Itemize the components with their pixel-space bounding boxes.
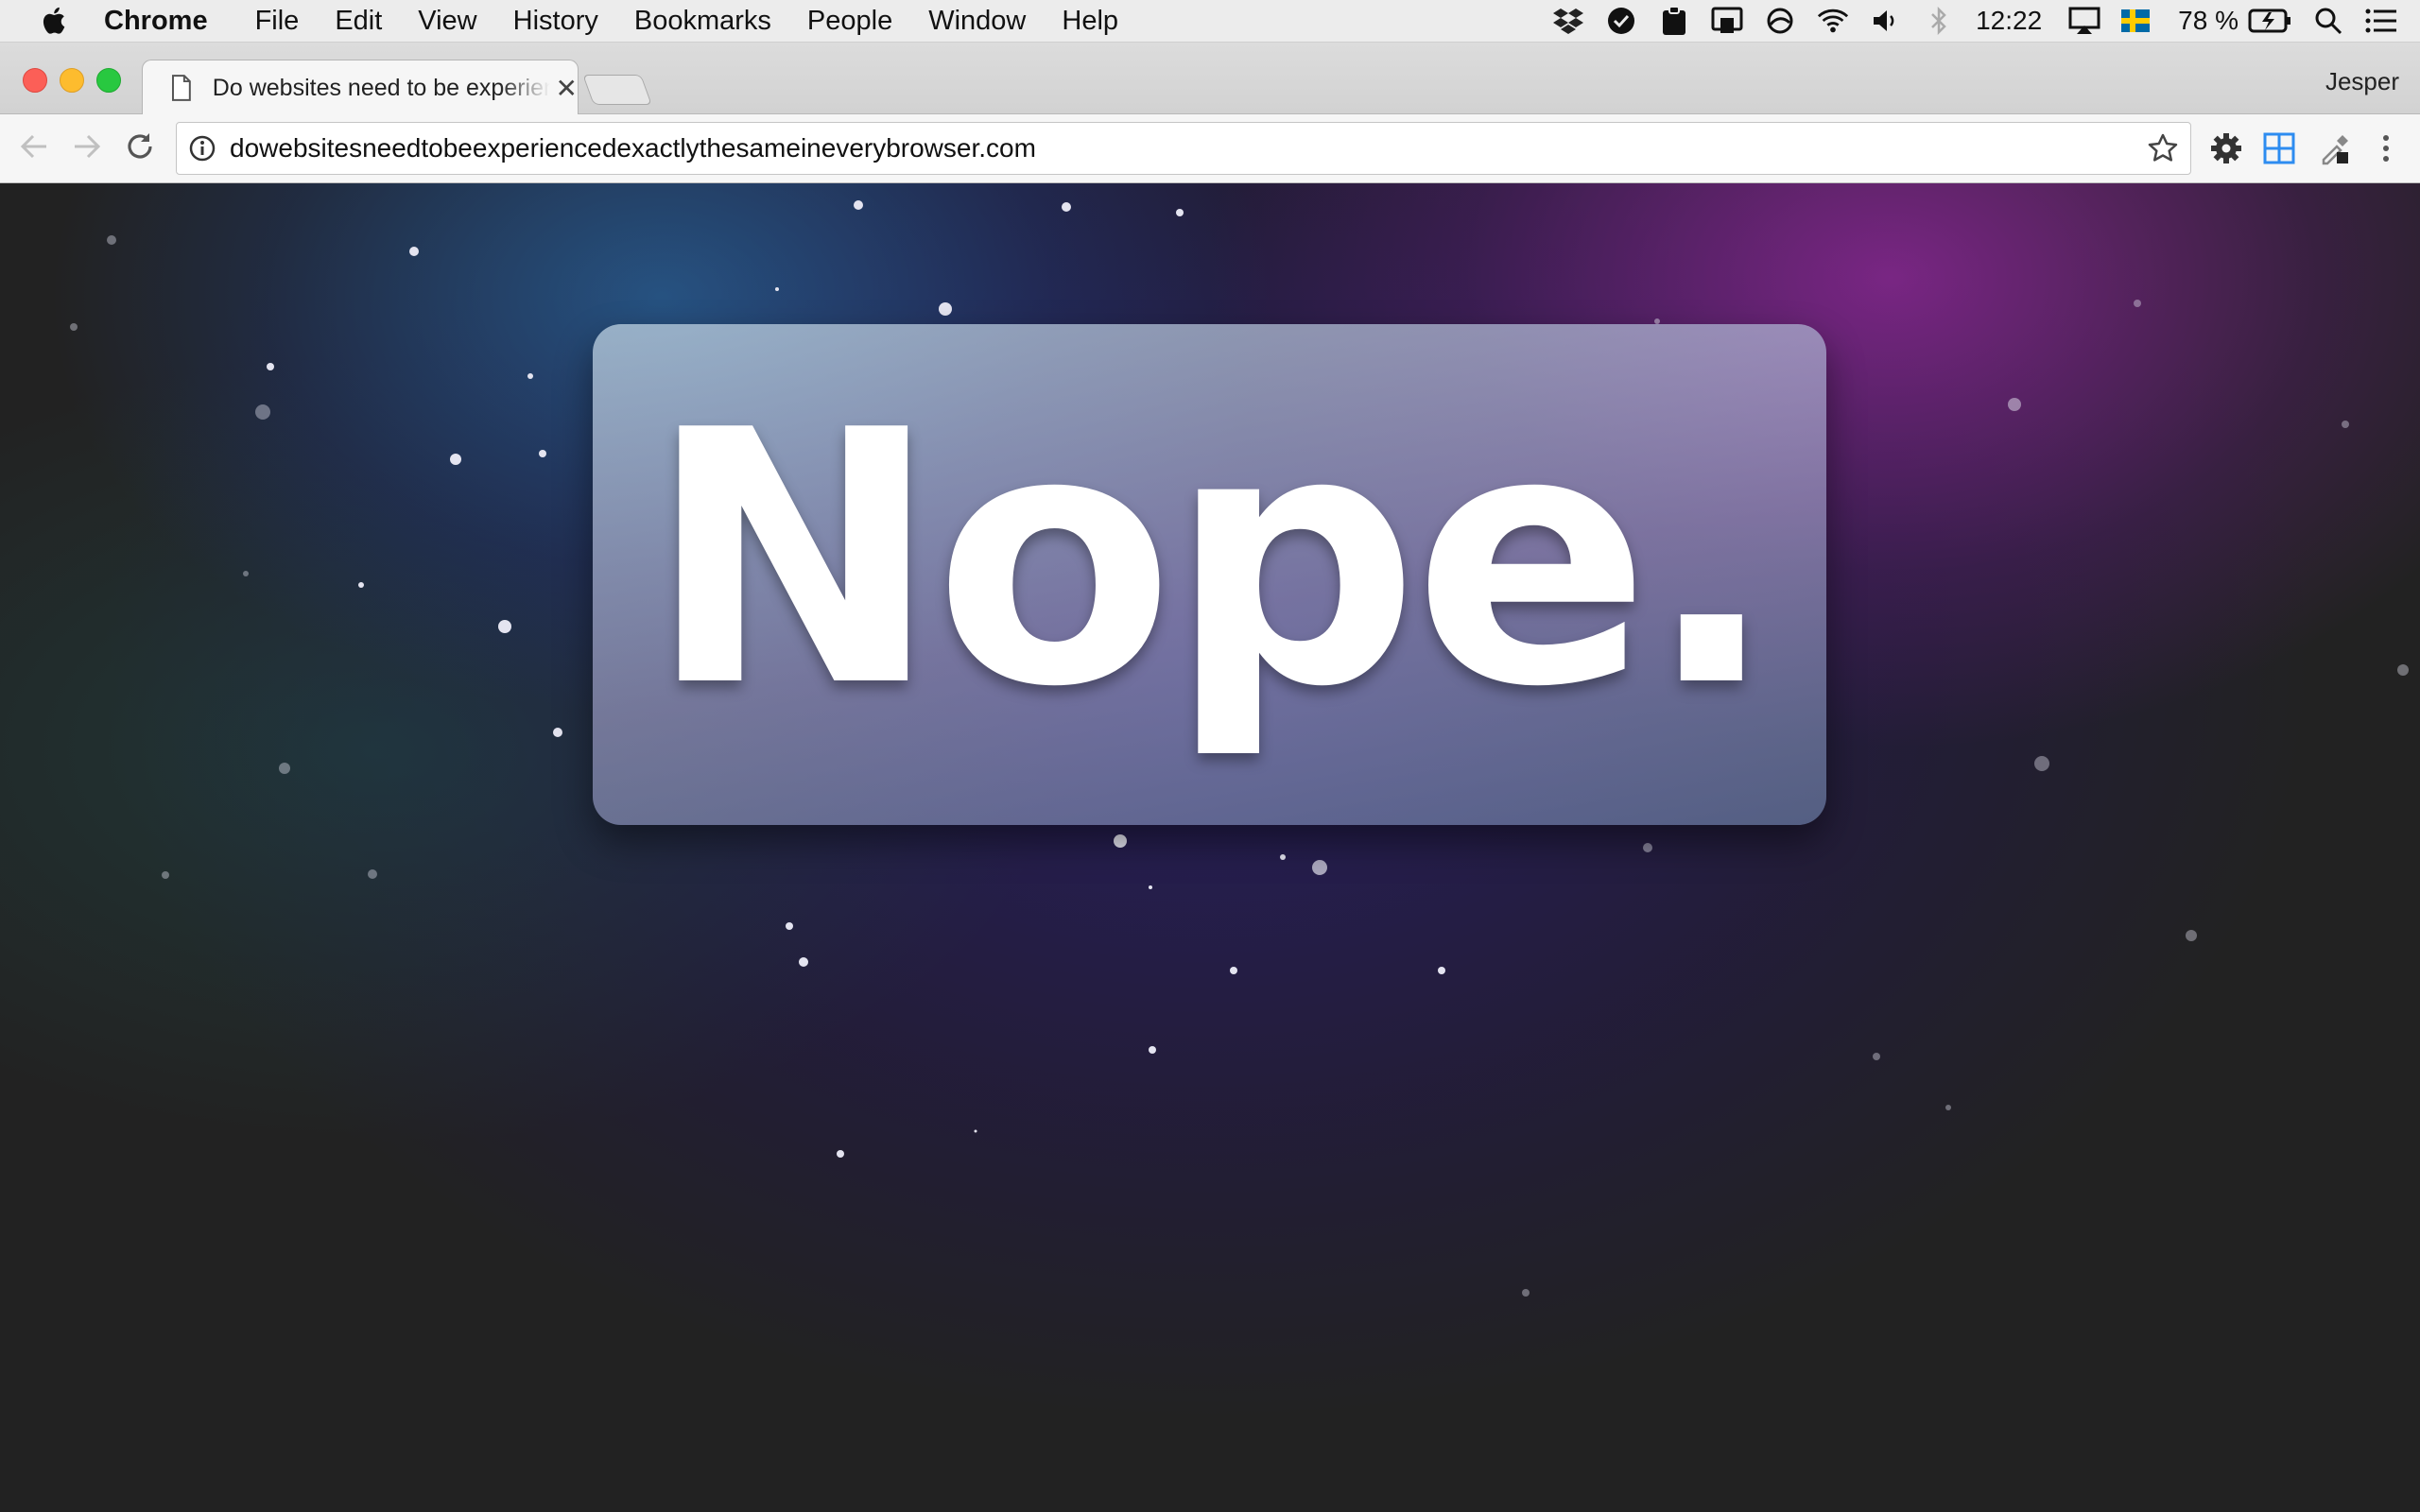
new-tab-button[interactable] bbox=[582, 75, 652, 105]
tab-strip: Do websites need to be experienced exact… bbox=[0, 43, 2420, 115]
address-bar[interactable]: dowebsitesneedtobeexperiencedexactlythes… bbox=[176, 122, 2191, 175]
menu-app-name[interactable]: Chrome bbox=[104, 6, 208, 37]
back-button[interactable] bbox=[15, 128, 53, 165]
sync-circle-icon[interactable] bbox=[1764, 5, 1796, 37]
page-headline: Nope. bbox=[647, 357, 1777, 764]
page-icon bbox=[171, 75, 191, 101]
tab-active[interactable]: Do websites need to be experienced exact… bbox=[142, 60, 579, 115]
window-close-button[interactable] bbox=[23, 68, 47, 93]
volume-icon[interactable] bbox=[1870, 5, 1902, 37]
bluetooth-icon[interactable] bbox=[1923, 5, 1955, 37]
gear-icon[interactable] bbox=[2209, 131, 2243, 165]
window-zoom-button[interactable] bbox=[96, 68, 121, 93]
menu-file[interactable]: File bbox=[255, 6, 300, 37]
notification-center-icon[interactable] bbox=[2365, 5, 2397, 37]
clock[interactable]: 12:22 bbox=[1976, 6, 2042, 36]
eyedropper-extension-icon[interactable] bbox=[2318, 131, 2352, 165]
spotlight-search-icon[interactable] bbox=[2312, 5, 2344, 37]
info-icon[interactable] bbox=[188, 134, 216, 163]
tab-title: Do websites need to be experienced exact… bbox=[212, 74, 550, 101]
url-text[interactable]: dowebsitesneedtobeexperiencedexactlythes… bbox=[230, 133, 2147, 163]
back-arrow-icon bbox=[20, 134, 46, 159]
menu-bookmarks[interactable]: Bookmarks bbox=[634, 6, 771, 37]
menu-help[interactable]: Help bbox=[1062, 6, 1118, 37]
headline-card: Nope. bbox=[593, 324, 1826, 825]
forward-button[interactable] bbox=[68, 128, 106, 165]
apple-logo-icon[interactable] bbox=[38, 4, 72, 38]
window-minimize-button[interactable] bbox=[60, 68, 84, 93]
forward-arrow-icon bbox=[75, 134, 101, 159]
grid-extension-icon[interactable] bbox=[2262, 131, 2296, 165]
pie-check-icon[interactable] bbox=[1605, 5, 1637, 37]
bookmark-star-icon[interactable] bbox=[2147, 132, 2179, 164]
status-area: 12:22 78 % bbox=[1552, 0, 2420, 42]
swedish-flag-icon[interactable] bbox=[2121, 9, 2151, 32]
page-viewport: Nope. bbox=[0, 183, 2420, 1506]
battery-percent[interactable]: 78 % bbox=[2178, 6, 2238, 36]
menu-history[interactable]: History bbox=[513, 6, 598, 37]
airplay-icon[interactable] bbox=[2068, 5, 2100, 37]
menu-bar: Chrome File Edit View History Bookmarks … bbox=[0, 0, 2420, 43]
wifi-icon[interactable] bbox=[1817, 5, 1849, 37]
menu-edit[interactable]: Edit bbox=[335, 6, 382, 37]
reload-button[interactable] bbox=[121, 128, 159, 165]
menu-view[interactable]: View bbox=[418, 6, 476, 37]
reload-icon bbox=[128, 133, 152, 159]
browser-toolbar: dowebsitesneedtobeexperiencedexactlythes… bbox=[0, 114, 2420, 183]
tab-close-icon[interactable]: ✕ bbox=[556, 73, 578, 104]
menu-people[interactable]: People bbox=[807, 6, 892, 37]
clipboard-icon[interactable] bbox=[1658, 5, 1690, 37]
dropbox-icon[interactable] bbox=[1552, 5, 1584, 37]
profile-name[interactable]: Jesper bbox=[2325, 67, 2399, 96]
display-icon[interactable] bbox=[1711, 5, 1743, 37]
battery-charging-icon[interactable] bbox=[2248, 5, 2291, 37]
menu-window[interactable]: Window bbox=[928, 6, 1026, 37]
chrome-menu-icon[interactable] bbox=[2369, 131, 2403, 165]
